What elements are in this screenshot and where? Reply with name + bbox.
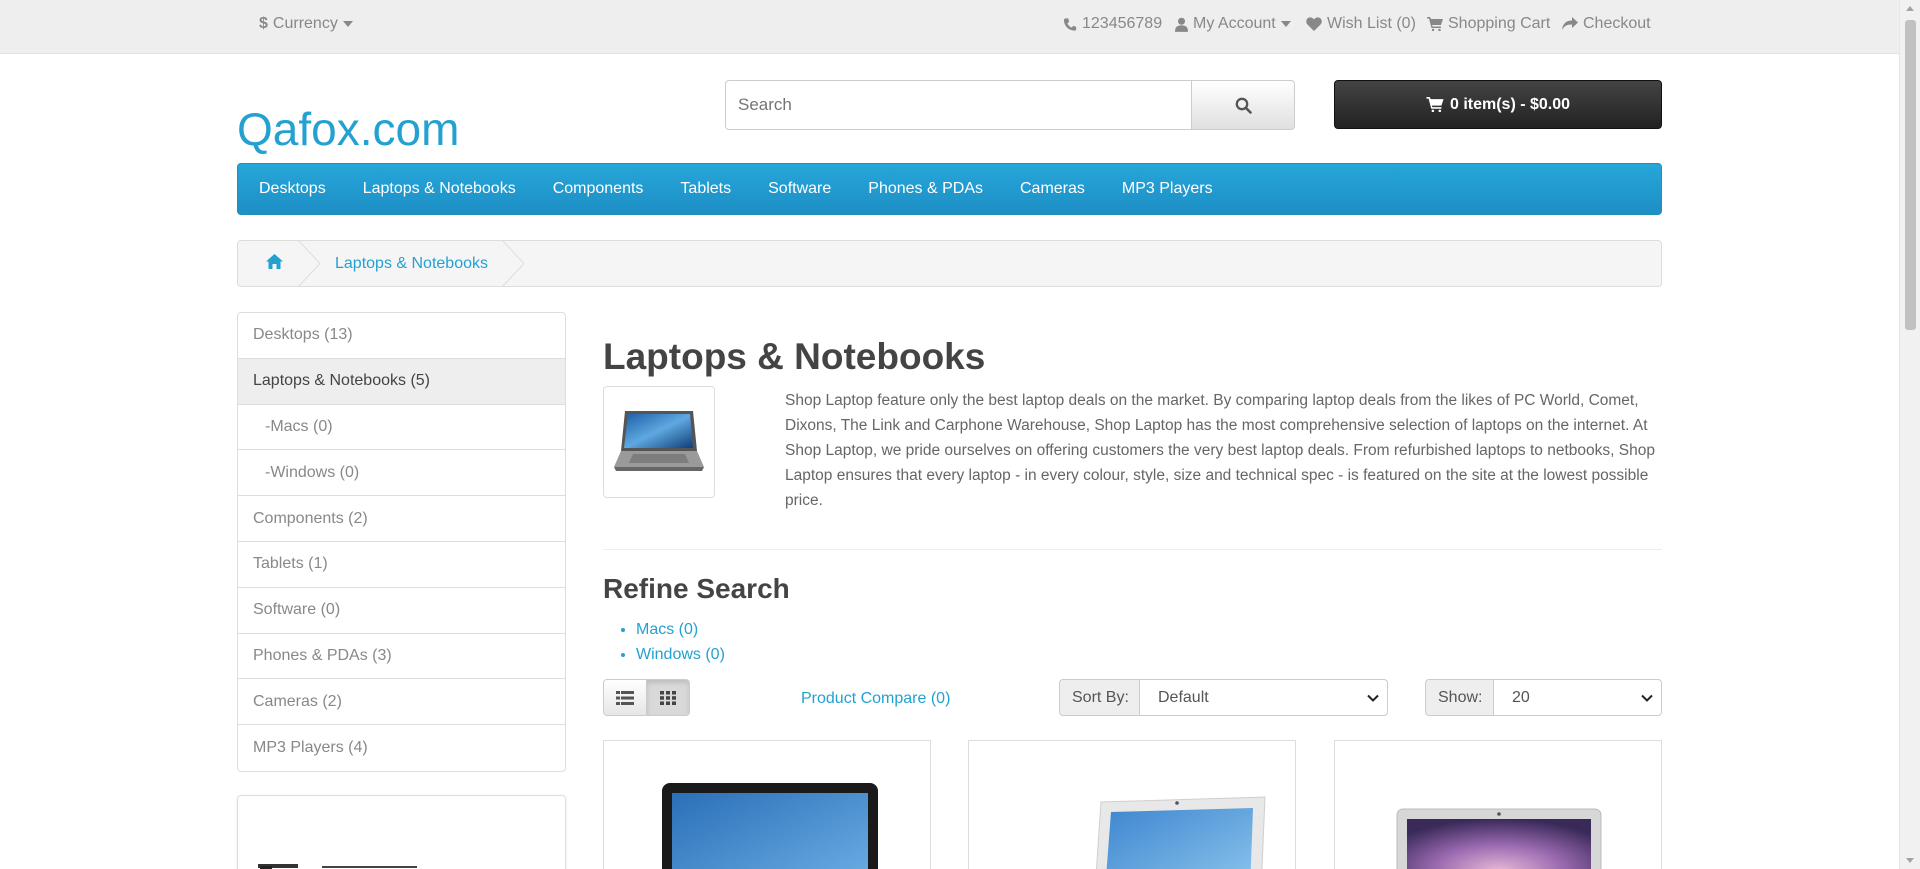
show-value: 20 <box>1512 688 1530 706</box>
menu-item-tablets[interactable]: Tablets <box>680 180 731 198</box>
page-scrollbar[interactable] <box>1899 0 1920 869</box>
cart-summary: 0 item(s) - $0.00 <box>1449 95 1571 113</box>
caret-down-icon <box>342 21 353 27</box>
breadcrumb-separator <box>298 240 321 287</box>
sort-by-value: Default <box>1158 688 1209 706</box>
heart-icon <box>1306 17 1322 31</box>
share-icon <box>1562 17 1578 30</box>
product-compare-link[interactable]: Product Compare (0) <box>801 690 950 708</box>
product-card[interactable] <box>1334 740 1662 869</box>
menu-item-phones-pdas[interactable]: Phones & PDAs <box>868 180 983 198</box>
refine-link-windows-text[interactable]: Windows (0) <box>636 646 725 663</box>
main-menu: Desktops Laptops & Notebooks Components … <box>237 163 1662 215</box>
page-title: Laptops & Notebooks <box>603 336 986 377</box>
menu-item-cameras[interactable]: Cameras <box>1020 180 1085 198</box>
top-bar: $ Currency 123456789 My Account Wish Lis… <box>0 0 1899 54</box>
shopping-cart-link[interactable]: Shopping Cart <box>1427 15 1550 33</box>
grid-view-button[interactable] <box>646 680 689 715</box>
my-account-label: My Account <box>1193 15 1276 32</box>
menu-item-laptops-notebooks[interactable]: Laptops & Notebooks <box>363 180 516 198</box>
sort-by-label: Sort By: <box>1059 679 1140 716</box>
phone-number: 123456789 <box>1082 15 1163 32</box>
banner-product-image <box>258 864 417 869</box>
currency-label: Currency <box>272 15 338 32</box>
category-image[interactable] <box>603 386 715 498</box>
category-sidebar: Desktops (13) Laptops & Notebooks (5) -M… <box>237 312 566 772</box>
menu-item-components[interactable]: Components <box>553 180 644 198</box>
chevron-down-icon <box>1367 694 1379 702</box>
show-label: Show: <box>1425 679 1494 716</box>
search-input[interactable] <box>725 80 1192 130</box>
category-description: Shop Laptop feature only the best laptop… <box>785 392 1655 509</box>
shopping-cart-label: Shopping Cart <box>1448 15 1551 32</box>
caret-down-icon <box>1280 21 1291 27</box>
refine-search-list: Macs (0) Windows (0) <box>636 617 725 667</box>
sidebar-item-phones-pdas[interactable]: Phones & PDAs (3) <box>238 634 565 680</box>
user-icon <box>1175 17 1188 32</box>
product-image <box>662 783 878 869</box>
my-account-dropdown[interactable]: My Account <box>1175 15 1291 33</box>
checkout-label: Checkout <box>1583 15 1651 32</box>
phone-link[interactable]: 123456789 <box>1063 15 1162 33</box>
sidebar-item-software[interactable]: Software (0) <box>238 588 565 634</box>
wish-list-link[interactable]: Wish List (0) <box>1306 15 1416 33</box>
dollar-icon: $ <box>259 15 268 32</box>
site-logo[interactable]: Qafox.com <box>237 102 459 156</box>
sidebar-item-mp3-players[interactable]: MP3 Players (4) <box>238 725 565 771</box>
scroll-up-arrow[interactable] <box>1906 6 1914 11</box>
sidebar-item-components[interactable]: Components (2) <box>238 496 565 542</box>
scroll-down-arrow[interactable] <box>1906 858 1914 863</box>
list-icon <box>616 690 634 705</box>
product-card[interactable] <box>968 740 1296 869</box>
currency-dropdown[interactable]: $ Currency <box>259 15 353 33</box>
refine-link-macs[interactable]: Macs (0) <box>636 617 725 642</box>
view-toggle <box>603 679 690 716</box>
menu-item-software[interactable]: Software <box>768 180 831 198</box>
laptop-image <box>614 411 704 471</box>
menu-item-desktops[interactable]: Desktops <box>259 180 326 198</box>
search-icon <box>1235 97 1252 114</box>
checkout-link[interactable]: Checkout <box>1562 15 1651 33</box>
sidebar-item-windows[interactable]: -Windows (0) <box>238 450 565 497</box>
refine-link-windows[interactable]: Windows (0) <box>636 642 725 667</box>
scroll-thumb[interactable] <box>1905 20 1916 330</box>
list-view-button[interactable] <box>604 680 646 715</box>
breadcrumb: Laptops & Notebooks <box>237 240 1662 287</box>
divider <box>603 549 1662 550</box>
sidebar-item-laptops-notebooks[interactable]: Laptops & Notebooks (5) <box>238 358 565 405</box>
breadcrumb-laptops-notebooks[interactable]: Laptops & Notebooks <box>335 255 488 273</box>
sort-by-select[interactable]: Default <box>1139 679 1388 716</box>
cart-icon <box>1426 97 1444 112</box>
product-image <box>1396 808 1602 869</box>
wish-list-label: Wish List (0) <box>1327 15 1416 32</box>
breadcrumb-separator <box>502 240 525 287</box>
cart-icon <box>1427 17 1443 31</box>
sidebar-item-desktops[interactable]: Desktops (13) <box>238 313 565 359</box>
sidebar-banner[interactable] <box>237 795 566 869</box>
refine-search-title: Refine Search <box>603 573 790 604</box>
product-card[interactable] <box>603 740 931 869</box>
home-icon[interactable] <box>266 254 283 274</box>
show-select[interactable]: 20 <box>1493 679 1662 716</box>
refine-link-macs-text[interactable]: Macs (0) <box>636 621 698 638</box>
sidebar-item-cameras[interactable]: Cameras (2) <box>238 679 565 726</box>
grid-icon <box>660 690 676 705</box>
chevron-down-icon <box>1641 694 1653 702</box>
cart-button[interactable]: 0 item(s) - $0.00 <box>1334 80 1662 129</box>
phone-icon <box>1063 17 1077 31</box>
menu-item-mp3-players[interactable]: MP3 Players <box>1122 180 1213 198</box>
sidebar-item-tablets[interactable]: Tablets (1) <box>238 542 565 588</box>
sidebar-item-macs[interactable]: -Macs (0) <box>238 405 565 451</box>
product-image <box>1095 796 1266 869</box>
search-button[interactable] <box>1191 80 1295 130</box>
